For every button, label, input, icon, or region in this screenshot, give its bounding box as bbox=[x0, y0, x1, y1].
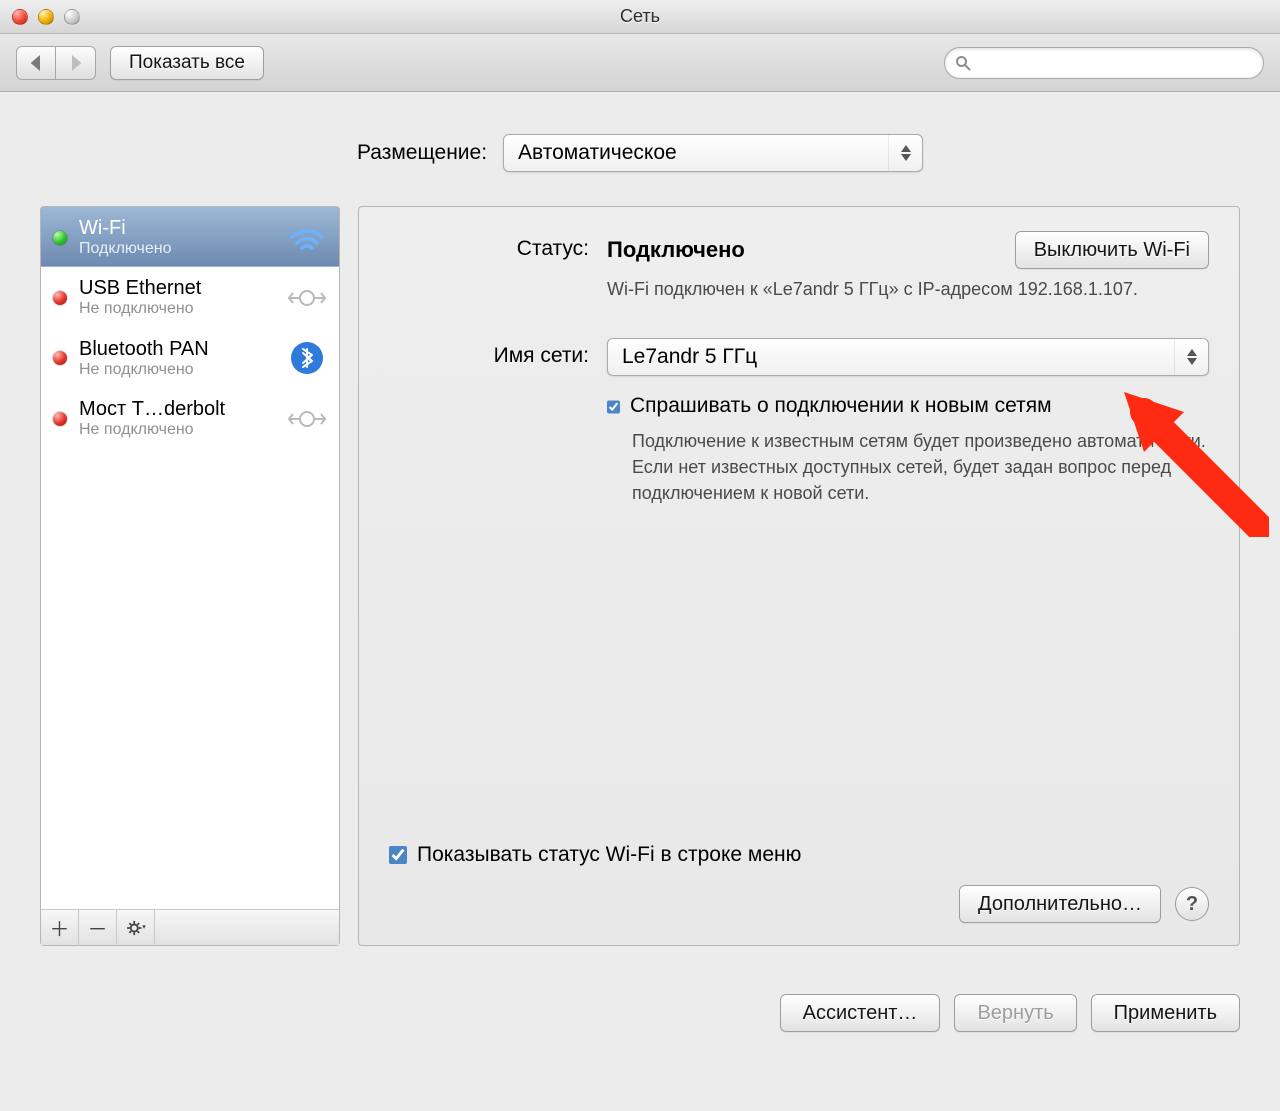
nav-forward-button[interactable] bbox=[56, 46, 96, 80]
search-input[interactable] bbox=[977, 54, 1253, 72]
interface-subtitle: Не подключено bbox=[79, 421, 275, 439]
window-action-buttons: Ассистент… Вернуть Применить bbox=[0, 970, 1280, 1032]
updown-chevrons-icon bbox=[888, 135, 922, 171]
location-label: Размещение: bbox=[357, 141, 487, 165]
interface-title: Wi-Fi bbox=[79, 217, 275, 240]
gear-icon bbox=[126, 920, 146, 936]
location-value: Автоматическое bbox=[518, 141, 677, 165]
revert-button[interactable]: Вернуть bbox=[954, 994, 1076, 1032]
sidebar-item-thunderbolt-bridge[interactable]: Мост T…derbolt Не подключено bbox=[41, 388, 339, 448]
bluetooth-icon bbox=[287, 342, 327, 374]
status-label: Статус: bbox=[389, 231, 589, 261]
status-dot-icon bbox=[53, 351, 67, 365]
search-icon bbox=[955, 55, 971, 71]
network-name-dropdown[interactable]: Le7andr 5 ГГц bbox=[607, 338, 1209, 376]
wifi-icon bbox=[287, 222, 327, 254]
toggle-wifi-button[interactable]: Выключить Wi-Fi bbox=[1015, 231, 1209, 269]
chevron-left-icon bbox=[29, 55, 43, 71]
ask-join-description: Подключение к известным сетям будет прои… bbox=[630, 428, 1209, 506]
advanced-button[interactable]: Дополнительно… bbox=[959, 885, 1161, 923]
chevron-right-icon bbox=[69, 55, 83, 71]
ethernet-icon bbox=[287, 282, 327, 314]
interfaces-sidebar: Wi-Fi Подключено USB Ethernet Не подключ… bbox=[40, 206, 340, 946]
add-interface-button[interactable]: ＋ bbox=[41, 910, 79, 946]
titlebar: Сеть bbox=[0, 0, 1280, 34]
updown-chevrons-icon bbox=[1174, 339, 1208, 375]
remove-interface-button[interactable]: － bbox=[79, 910, 117, 946]
detail-panel: Статус: Подключено Выключить Wi-Fi Wi-Fi… bbox=[358, 206, 1240, 946]
interface-subtitle: Не подключено bbox=[79, 361, 275, 379]
interface-title: USB Ethernet bbox=[79, 277, 275, 300]
sidebar-item-wifi[interactable]: Wi-Fi Подключено bbox=[41, 207, 339, 267]
show-all-button[interactable]: Показать все bbox=[110, 46, 264, 80]
show-status-menubar-label: Показывать статус Wi-Fi в строке меню bbox=[417, 843, 801, 867]
sidebar-footer: ＋ － bbox=[41, 909, 339, 945]
help-button[interactable]: ? bbox=[1175, 887, 1209, 921]
interface-title: Мост T…derbolt bbox=[79, 398, 275, 421]
window-title: Сеть bbox=[0, 6, 1280, 27]
interface-subtitle: Не подключено bbox=[79, 300, 275, 318]
show-status-menubar-checkbox[interactable] bbox=[389, 846, 407, 864]
sidebar-item-bluetooth-pan[interactable]: Bluetooth PAN Не подключено bbox=[41, 328, 339, 388]
network-name-label: Имя сети: bbox=[389, 338, 589, 368]
network-name-value: Le7andr 5 ГГц bbox=[622, 345, 757, 369]
ethernet-icon bbox=[287, 403, 327, 435]
apply-button[interactable]: Применить bbox=[1091, 994, 1240, 1032]
interface-title: Bluetooth PAN bbox=[79, 338, 275, 361]
status-dot-icon bbox=[53, 231, 67, 245]
interface-actions-button[interactable] bbox=[117, 910, 155, 946]
toolbar: Показать все bbox=[0, 34, 1280, 92]
status-dot-icon bbox=[53, 412, 67, 426]
location-row: Размещение: Автоматическое bbox=[40, 134, 1240, 172]
location-dropdown[interactable]: Автоматическое bbox=[503, 134, 923, 172]
status-description: Wi-Fi подключен к «Le7andr 5 ГГц» с IP-а… bbox=[607, 277, 1209, 302]
interface-subtitle: Подключено bbox=[79, 240, 275, 258]
assistant-button[interactable]: Ассистент… bbox=[780, 994, 941, 1032]
status-value: Подключено bbox=[607, 237, 745, 263]
ask-join-label: Спрашивать о подключении к новым сетям bbox=[630, 394, 1209, 418]
ask-join-checkbox[interactable] bbox=[607, 398, 620, 416]
nav-back-button[interactable] bbox=[16, 46, 56, 80]
search-field[interactable] bbox=[944, 47, 1264, 79]
status-dot-icon bbox=[53, 291, 67, 305]
nav-back-forward bbox=[16, 46, 96, 80]
sidebar-item-usb-ethernet[interactable]: USB Ethernet Не подключено bbox=[41, 267, 339, 327]
